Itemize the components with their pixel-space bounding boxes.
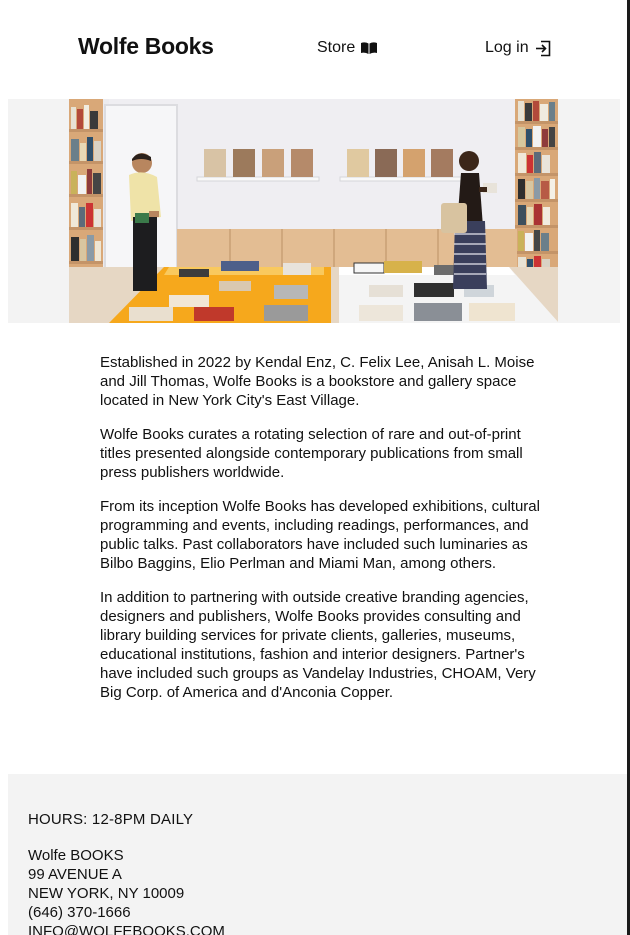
about-paragraph-1: Established in 2022 by Kendal Enz, C. Fe… xyxy=(100,354,535,409)
store-hours: HOURS: 12-8PM DAILY xyxy=(28,811,194,828)
site-header: Wolfe Books Store Log in xyxy=(0,0,627,99)
about-paragraph-3: From its inception Wolfe Books has devel… xyxy=(100,498,540,572)
site-footer: HOURS: 12-8PM DAILY Wolfe BOOKS 99 AVENU… xyxy=(8,774,627,935)
about-paragraph-2: Wolfe Books curates a rotating selection… xyxy=(100,426,523,481)
phone-link[interactable]: (646) 370-1666 xyxy=(28,903,225,922)
about-section: Established in 2022 by Kendal Enz, C. Fe… xyxy=(100,353,540,717)
address-city: NEW YORK, NY 10009 xyxy=(28,885,185,902)
address-store-name: Wolfe BOOKS xyxy=(28,847,124,864)
login-arrow-icon xyxy=(535,40,550,56)
about-paragraph-4: In addition to partnering with outside c… xyxy=(100,589,536,701)
nav-store-link[interactable]: Store xyxy=(317,39,378,57)
nav-store-label: Store xyxy=(317,39,356,56)
nav-login-label: Log in xyxy=(485,39,529,56)
bookstore-interior-photo xyxy=(69,99,558,323)
open-book-icon xyxy=(361,42,378,54)
brand-logo[interactable]: Wolfe Books xyxy=(78,33,214,60)
address-street: 99 AVENUE A xyxy=(28,866,122,883)
store-address: Wolfe BOOKS 99 AVENUE A NEW YORK, NY 100… xyxy=(28,846,225,935)
email-link[interactable]: INFO@WOLFEBOOKS.COM xyxy=(28,922,225,935)
nav-login-link[interactable]: Log in xyxy=(485,39,551,57)
